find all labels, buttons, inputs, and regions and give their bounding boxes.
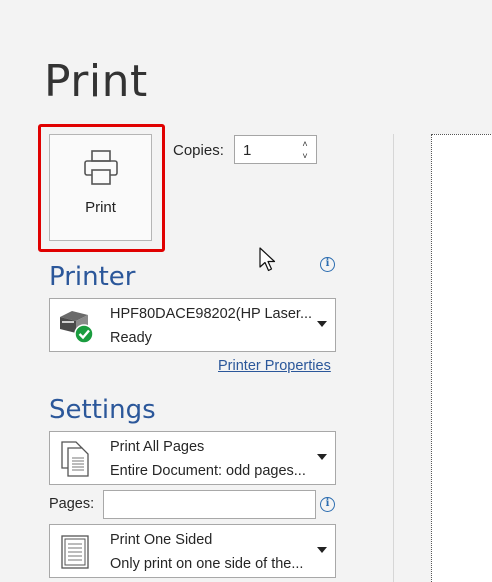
info-icon[interactable]: i [320,257,335,272]
print-pages-dropdown[interactable]: Print All Pages Entire Document: odd pag… [49,431,336,485]
info-icon[interactable]: i [320,497,335,512]
mouse-cursor-icon [259,247,276,272]
chevron-down-icon [317,547,327,553]
printer-name: HPF80DACE98202(HP Laser... [110,306,313,322]
printer-device-icon [60,311,94,344]
pages-label: Pages: [49,496,95,512]
printer-dropdown[interactable]: HPF80DACE98202(HP Laser... Ready [49,298,336,352]
settings-heading: Settings [49,395,156,425]
printer-icon [83,150,118,185]
chevron-down-icon [317,454,327,460]
printer-heading: Printer [49,262,136,292]
print-sides-subtitle: Only print on one side of the... [110,556,304,572]
copies-spinner[interactable]: ˄ ˅ [298,138,312,162]
increment-icon[interactable]: ˄ [298,138,312,150]
printer-status: Ready [110,330,152,346]
copies-label: Copies: [173,142,224,159]
print-button[interactable]: Print [49,134,152,241]
decrement-icon[interactable]: ˅ [298,150,312,162]
copies-value[interactable]: 1 [243,142,251,159]
copies-stepper[interactable]: 1 ˄ ˅ [234,135,317,164]
panel-divider [393,134,394,582]
chevron-down-icon [317,321,327,327]
printer-properties-link[interactable]: Printer Properties [218,358,331,374]
print-button-label: Print [85,199,116,216]
print-sides-dropdown[interactable]: Print One Sided Only print on one side o… [49,524,336,578]
page-title: Print [44,56,148,107]
print-pages-title: Print All Pages [110,439,205,455]
print-preview-page [431,134,492,582]
print-pages-subtitle: Entire Document: odd pages... [110,463,306,479]
print-sides-title: Print One Sided [110,532,213,548]
one-sided-icon [61,535,89,569]
pages-icon [61,441,89,477]
pages-input[interactable] [103,490,316,519]
